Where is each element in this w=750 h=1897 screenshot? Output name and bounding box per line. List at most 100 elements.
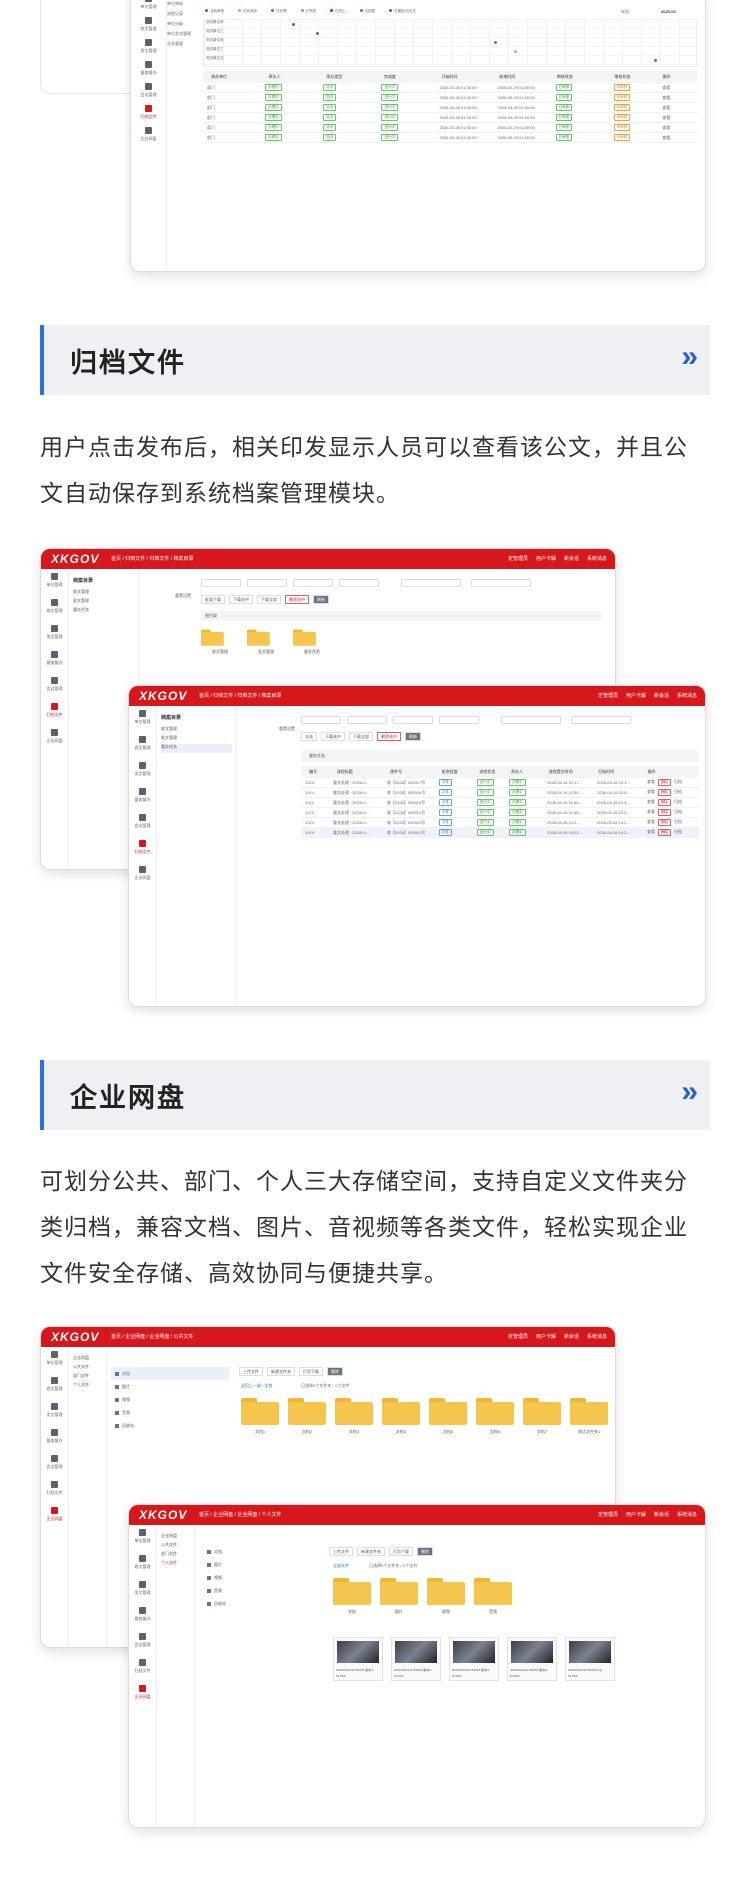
sidebar-item[interactable]: 企业网盘 (41, 725, 68, 751)
date-range-input[interactable] (401, 579, 461, 587)
category-item[interactable]: 视频 (203, 1571, 313, 1584)
sidebar-item[interactable]: 归档文件 (129, 1655, 156, 1681)
sidebar-item[interactable]: 会议管理 (129, 1629, 156, 1655)
tree-item[interactable]: 部门文件 (161, 1551, 190, 1560)
view-link[interactable]: 查看 (647, 819, 655, 826)
chevron-right-icon[interactable]: » (681, 1075, 698, 1109)
archive-link[interactable]: 归档 (674, 779, 682, 786)
toolbar-button[interactable]: 新建文件夹 (357, 1547, 385, 1556)
sidebar-item[interactable]: 发文管理 (131, 35, 166, 57)
sidebar-item[interactable]: 收文管理 (131, 13, 166, 35)
folder-icon[interactable] (427, 1577, 465, 1605)
search-input[interactable] (347, 716, 387, 724)
sidebar-item[interactable]: 企业网盘 (129, 862, 156, 888)
topbar-action[interactable]: 定管理员 (598, 1511, 618, 1518)
image-thumbnail[interactable]: 20210930141754265 副本4.png 51.8Kb (507, 1637, 557, 1681)
tree-item[interactable]: 个人文件 (73, 1382, 102, 1391)
sidebar-item[interactable]: 收文管理 (129, 1551, 156, 1577)
submenu-item[interactable]: 业务管理 (167, 41, 207, 51)
folder-icon[interactable] (201, 629, 224, 646)
delete-button[interactable]: 删除 (658, 799, 671, 806)
sidebar-item[interactable]: 单位管理 (41, 569, 68, 595)
tree-item[interactable]: 公共文件 (161, 1542, 190, 1551)
sidebar-item[interactable]: 单位管理 (131, 0, 166, 13)
toolbar-button[interactable]: 上传文件 (329, 1547, 353, 1556)
image-thumbnail[interactable]: 20210930141754265 副本1.png 51.8Kb (333, 1637, 383, 1681)
toolbar-button[interactable]: 下载选中 (229, 595, 253, 604)
delete-button[interactable]: 删除 (658, 819, 671, 826)
topbar-action[interactable]: 用户卡解 (536, 1333, 556, 1340)
folder-icon[interactable] (523, 1397, 561, 1425)
toolbar-button[interactable]: 删除 (417, 1547, 433, 1556)
topbar-action[interactable]: 用户卡解 (626, 692, 646, 699)
topbar-action[interactable]: 新会话 (564, 1333, 579, 1340)
topbar-action[interactable]: 系统消息 (677, 692, 697, 699)
folder-icon[interactable] (335, 1397, 373, 1425)
category-item[interactable]: 视频 (111, 1393, 229, 1406)
archive-link[interactable]: 归档 (674, 789, 682, 796)
topbar-action[interactable]: 系统消息 (587, 1333, 607, 1340)
sidebar-item[interactable]: 发文管理 (41, 621, 68, 647)
sidebar-item[interactable]: 督查督办 (129, 1603, 156, 1629)
sidebar-item[interactable]: 归档文件 (131, 101, 166, 123)
topbar-action[interactable]: 系统消息 (587, 555, 607, 562)
topbar-action[interactable]: 用户卡解 (536, 555, 556, 562)
folder-icon[interactable] (247, 629, 270, 646)
toolbar-button[interactable]: 打包下载 (299, 1367, 323, 1376)
tree-item[interactable]: 企业网盘 (161, 1533, 190, 1542)
search-input[interactable] (293, 579, 333, 587)
topbar-action[interactable]: 新会话 (564, 555, 579, 562)
search-input[interactable] (439, 716, 479, 724)
topbar-action[interactable]: 定管理员 (508, 1333, 528, 1340)
topbar-action[interactable]: 定管理员 (508, 555, 528, 562)
sidebar-item[interactable]: 企业网盘 (129, 1681, 156, 1707)
tree-item[interactable]: 发文管理 (73, 598, 134, 607)
search-input[interactable] (339, 579, 379, 587)
topbar-action[interactable]: 用户卡解 (626, 1511, 646, 1518)
toolbar-button[interactable]: 删除选中 (377, 732, 401, 741)
tree-item[interactable]: 收文管理 (161, 726, 232, 735)
tree-item[interactable]: 发文管理 (161, 735, 232, 744)
folder-icon[interactable] (570, 1397, 608, 1425)
search-input[interactable] (301, 716, 341, 724)
sidebar-item[interactable]: 收文管理 (129, 732, 156, 758)
view-link[interactable]: 查看 (662, 95, 670, 100)
submenu-item[interactable]: 流程记录 (167, 11, 207, 21)
tree-item[interactable]: 收文管理 (73, 589, 134, 598)
toolbar-button[interactable]: 批量下载 (201, 595, 225, 604)
reset-link[interactable]: 重置设置 (175, 593, 191, 599)
sidebar-item[interactable]: 单位管理 (129, 1525, 156, 1551)
sidebar-item[interactable]: 企业网盘 (41, 1503, 68, 1529)
disk-path[interactable]: 全部文件 (333, 1563, 349, 1569)
table-cell[interactable]: 查看 (658, 95, 697, 101)
sidebar-item[interactable]: 会议管理 (41, 1451, 68, 1477)
archive-link[interactable]: 归档 (674, 799, 682, 806)
folder-icon[interactable] (380, 1577, 418, 1605)
sidebar-item[interactable]: 发文管理 (129, 1577, 156, 1603)
category-item[interactable]: 音频 (111, 1406, 229, 1419)
table-cell[interactable]: 查看 (658, 85, 697, 91)
sidebar-item[interactable]: 收文管理 (41, 595, 68, 621)
sidebar-item[interactable]: 发文管理 (129, 758, 156, 784)
topbar-action[interactable]: 定管理员 (598, 692, 618, 699)
category-item[interactable]: 音频 (203, 1584, 313, 1597)
topbar-action[interactable]: 新会话 (654, 692, 669, 699)
folder-icon[interactable] (288, 1397, 326, 1425)
tree-item[interactable]: 督办任务 (73, 607, 134, 616)
disk-path[interactable]: 返回上一级 / 文档 (241, 1383, 272, 1389)
sidebar-item[interactable]: 督查督办 (129, 784, 156, 810)
image-thumbnail[interactable]: 20210930141754265 副本3.png 51.8Kb (449, 1637, 499, 1681)
sidebar-item[interactable]: 企业网盘 (131, 123, 166, 145)
topbar-action[interactable]: 系统消息 (677, 1511, 697, 1518)
category-item[interactable]: 文档 (203, 1545, 313, 1558)
delete-button[interactable]: 删除 (658, 789, 671, 796)
sidebar-item[interactable]: 督查督办 (41, 647, 68, 673)
submenu-item[interactable]: 单位分级 (167, 21, 207, 31)
sidebar-item[interactable]: 单位管理 (41, 1347, 68, 1373)
toolbar-button[interactable]: 刷新 (313, 595, 329, 604)
toolbar-button[interactable]: 打包下载 (389, 1547, 413, 1556)
reset-link[interactable]: 重置设置 (279, 726, 295, 732)
sidebar-item[interactable]: 发文管理 (41, 1399, 68, 1425)
search-input[interactable] (393, 716, 433, 724)
chevron-right-icon[interactable]: » (681, 340, 698, 374)
